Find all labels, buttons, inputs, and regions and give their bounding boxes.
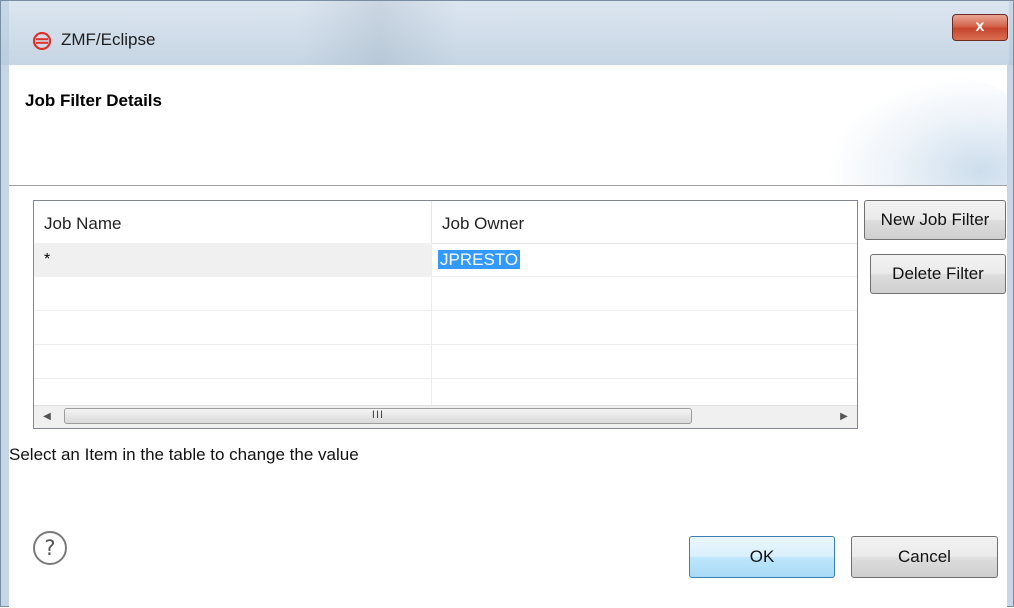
cancel-button[interactable]: Cancel: [851, 536, 998, 578]
hint-text: Select an Item in the table to change th…: [9, 445, 359, 464]
dialog-window: ZMF/Eclipse x Job Filter Details Job Nam…: [0, 0, 1014, 608]
close-button[interactable]: x: [952, 14, 1008, 41]
ok-button[interactable]: OK: [689, 536, 835, 578]
table-row[interactable]: * JPRESTO: [34, 243, 857, 277]
column-header-job-name[interactable]: Job Name: [34, 201, 432, 243]
dialog-body: Job Name Job Owner * JPRESTO ◀ III ▶ New…: [9, 186, 1007, 608]
title-bar[interactable]: ZMF/Eclipse x: [9, 1, 1009, 65]
scrollbar-grip: III: [371, 409, 385, 421]
scroll-right-arrow-icon[interactable]: ▶: [835, 408, 853, 426]
cell-empty[interactable]: [34, 311, 432, 345]
title-bar-highlight: [299, 1, 459, 65]
cell-empty[interactable]: [34, 277, 432, 311]
delete-filter-button[interactable]: Delete Filter: [870, 254, 1006, 294]
cell-empty[interactable]: [432, 277, 857, 311]
help-icon[interactable]: ?: [33, 531, 67, 565]
table-row-empty[interactable]: [34, 345, 857, 379]
cell-empty[interactable]: [34, 345, 432, 379]
column-header-job-owner[interactable]: Job Owner: [432, 201, 857, 243]
banner-decoration: [827, 75, 1007, 185]
dialog-client-area: Job Filter Details Job Name Job Owner * …: [9, 65, 1007, 608]
horizontal-scrollbar[interactable]: ◀ III ▶: [34, 405, 857, 428]
window-title: ZMF/Eclipse: [61, 30, 156, 49]
dialog-heading: Job Filter Details: [25, 91, 162, 110]
cell-job-name[interactable]: *: [34, 243, 432, 277]
cell-job-owner-editor[interactable]: JPRESTO: [432, 243, 857, 277]
new-job-filter-button[interactable]: New Job Filter: [864, 200, 1006, 240]
scroll-left-arrow-icon[interactable]: ◀: [38, 408, 56, 426]
table-row-empty[interactable]: [34, 311, 857, 345]
scrollbar-thumb[interactable]: III: [64, 408, 692, 424]
zmf-app-icon: [33, 32, 51, 50]
title-area: Job Filter Details: [9, 65, 1007, 186]
cell-empty[interactable]: [432, 311, 857, 345]
cell-empty[interactable]: [432, 345, 857, 379]
job-owner-input-selected[interactable]: JPRESTO: [438, 250, 521, 269]
table-row-empty[interactable]: [34, 277, 857, 311]
job-filter-table[interactable]: Job Name Job Owner * JPRESTO ◀ III ▶: [33, 200, 858, 429]
table-header: Job Name Job Owner: [34, 201, 857, 244]
